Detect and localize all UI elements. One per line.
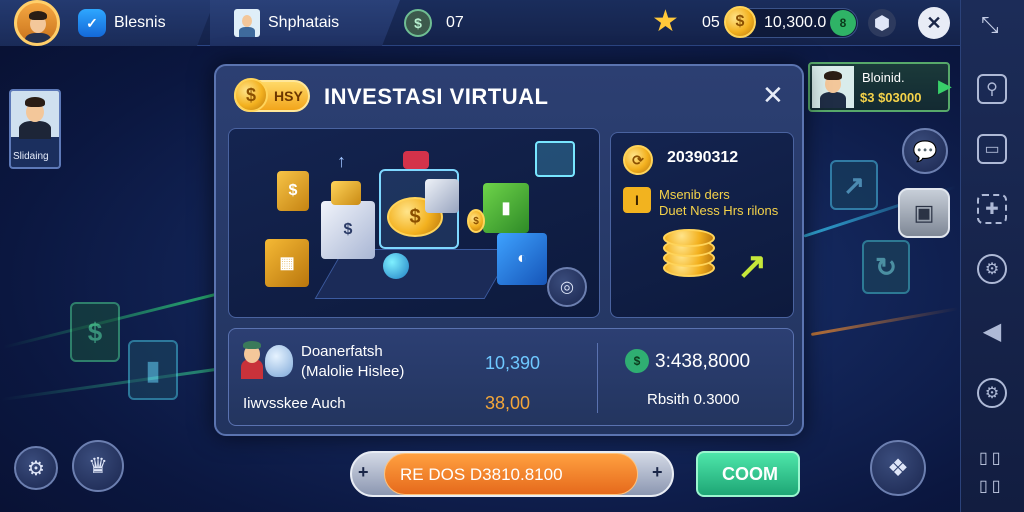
globe-icon <box>383 253 409 279</box>
right-profile-name: Bloinid. <box>862 70 905 85</box>
small-coin: $ <box>467 209 485 233</box>
cube-silver <box>425 179 459 213</box>
right-profile-card[interactable]: Bloinid. $3 $03000 ▶ <box>808 62 952 112</box>
expand-icon[interactable]: ▶ <box>938 76 952 97</box>
cube-gold <box>331 181 361 205</box>
close-icon[interactable]: ✕ <box>918 7 950 39</box>
modal-badge-label: HSY <box>274 88 303 104</box>
counter-value: 07 <box>446 14 464 31</box>
tab2-avatar <box>234 9 260 37</box>
coin-icon: $ <box>625 349 649 373</box>
map-button[interactable]: ❖ <box>870 440 926 496</box>
row1-value: 10,390 <box>485 353 541 373</box>
robot-avatar <box>265 345 293 377</box>
cube-gold: ▦ <box>265 239 309 287</box>
top-bar: ✓ Blesnis Shphatais $ 07 ★ 05 $ 10,300.0… <box>0 0 960 46</box>
decrease-button[interactable]: + <box>358 462 369 483</box>
right-profile-amount: $3 $03000 <box>860 90 922 105</box>
coin-stack-icon <box>663 229 715 281</box>
right-sidebar: ⤡ ⚲ ▭ ✚ ⚙ ◀ ⚙ ▯▯ ▯▯ <box>960 0 1024 512</box>
increase-button[interactable]: + <box>652 462 663 483</box>
advisor-avatar <box>239 341 265 379</box>
gear-icon[interactable]: ⚙ <box>977 254 1007 284</box>
left-profile-card[interactable]: Slidaing <box>9 89 61 169</box>
bg-chart-card: ▮ <box>128 340 178 400</box>
row1-sub: (Malolie Hislee) <box>301 363 405 380</box>
tab2-label: Shphatais <box>268 14 340 31</box>
investment-modal: $ HSY INVESTASI VIRTUAL ✕ $ ▦ $ $ ▮ ◐ $ … <box>214 64 804 436</box>
details-divider <box>597 343 598 413</box>
info-line-2: Duet Ness Hrs rilons <box>659 203 779 218</box>
investment-illustration: $ ▦ $ $ ▮ ◐ $ ◎ ↑ <box>228 128 600 318</box>
grid-icon[interactable]: ▯▯ <box>979 476 1005 496</box>
chat-button[interactable]: 💬 <box>902 128 948 174</box>
star-icon: ★ <box>652 5 679 38</box>
coin-icon: $ <box>404 9 432 37</box>
settings-button[interactable]: ⚙ <box>14 446 58 490</box>
confirm-label: COOM <box>722 464 778 484</box>
settings-gear-icon[interactable]: ⚙ <box>977 378 1007 408</box>
grid-icon[interactable]: ▯▯ <box>979 448 1005 468</box>
cube-teal <box>535 141 575 177</box>
coin-stat-icon: ⟳ <box>623 145 653 175</box>
invest-amount-label: RE DOS D3810.8100 <box>400 465 563 484</box>
arrow-up-icon: ↑ <box>337 151 346 171</box>
trophy-button[interactable]: ♛ <box>72 440 124 492</box>
bg-dollar-card: $ <box>70 302 120 362</box>
stats-value: 20390312 <box>667 149 739 166</box>
zoom-button[interactable]: ◎ <box>547 267 587 307</box>
bg-light-streak <box>810 306 960 337</box>
map-icon[interactable]: ⚲ <box>977 74 1007 104</box>
collapse-icon[interactable]: ⤡ <box>981 12 999 38</box>
chest-button[interactable]: ▣ <box>898 188 950 238</box>
row2-value: 38,00 <box>485 393 531 413</box>
dollar-coin-icon: $ <box>234 78 268 112</box>
modal-close-button[interactable]: ✕ <box>762 80 784 111</box>
cube-gold: $ <box>277 171 309 211</box>
megaphone-icon[interactable]: ◀ <box>977 316 1007 346</box>
left-profile-label: Slidaing <box>13 151 49 162</box>
row2-label: Iiwvsskee Auch <box>243 395 346 412</box>
star-count: 05 <box>702 14 720 31</box>
cube-document: $ <box>321 201 375 259</box>
info-line-1: Msenib ders <box>659 187 730 202</box>
verified-shield-icon: ✓ <box>78 9 106 37</box>
trend-up-icon: ↗ <box>737 245 768 286</box>
bg-chart-card: ↗ <box>830 160 878 210</box>
calendar-icon[interactable]: ▭ <box>977 134 1007 164</box>
modal-title: INVESTASI VIRTUAL <box>324 84 549 109</box>
right-label: Rbsith 0.3000 <box>647 391 740 408</box>
cube-blue: ◐ <box>497 233 547 285</box>
player-avatar[interactable] <box>14 0 60 46</box>
puzzle-icon[interactable]: ✚ <box>977 194 1007 224</box>
coin-balance: 10,300.0 <box>764 14 827 31</box>
bg-refresh-card: ↻ <box>862 240 910 294</box>
coin-icon: $ <box>724 6 756 38</box>
settings-icon[interactable]: ⬢ <box>868 9 896 37</box>
player-name: Blesnis <box>114 14 166 31</box>
right-value: 3:438,8000 <box>655 351 751 372</box>
cube-green-chart: ▮ <box>483 183 529 233</box>
details-panel: Doanerfatsh (Malolie Hislee) 10,390 Iiwv… <box>228 328 794 426</box>
stats-panel: ⟳ 20390312 I Msenib ders Duet Ness Hrs r… <box>610 132 794 318</box>
row1-label: Doanerfatsh <box>301 343 383 360</box>
cube-red <box>403 151 429 169</box>
add-balance-button[interactable]: 8 <box>830 10 856 36</box>
info-prefix-icon: I <box>623 187 651 213</box>
